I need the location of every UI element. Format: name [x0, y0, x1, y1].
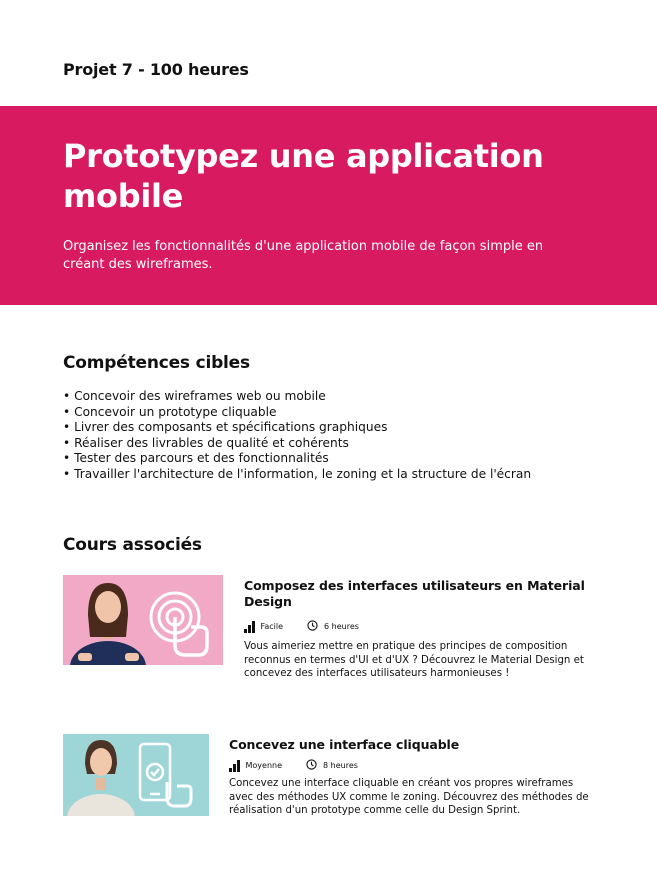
hero-banner: Prototypez une application mobile Organi… — [0, 106, 657, 305]
course-title[interactable]: Concevez une interface cliquable — [229, 737, 609, 753]
difficulty-icon — [244, 620, 255, 633]
list-item: Concevoir des wireframes web ou mobile — [63, 389, 531, 405]
course-meta: Moyenne 8 heures — [229, 759, 358, 772]
duration-label: 6 heures — [324, 622, 359, 631]
course-meta: Facile 6 heures — [244, 620, 359, 633]
list-item: Concevoir un prototype cliquable — [63, 405, 531, 421]
course-thumbnail[interactable] — [63, 575, 223, 665]
courses-heading: Cours associés — [63, 535, 202, 555]
duration-label: 8 heures — [323, 761, 358, 770]
page-title: Prototypez une application mobile — [63, 137, 544, 215]
difficulty-label: Facile — [260, 622, 284, 631]
course-thumbnail[interactable] — [63, 734, 209, 816]
list-item: Tester des parcours et des fonctionnalit… — [63, 451, 531, 467]
clock-icon — [306, 759, 317, 772]
course-description: Concevez une interface cliquable en créa… — [229, 778, 589, 816]
skills-list: Concevoir des wireframes web ou mobile C… — [63, 389, 531, 482]
course-description: Vous aimeriez mettre en pratique des pri… — [244, 641, 584, 679]
difficulty-icon — [229, 759, 240, 772]
skills-heading: Compétences cibles — [63, 353, 250, 373]
hero-description: Organisez les fonctionnalités d'une appl… — [63, 239, 544, 272]
clock-icon — [307, 620, 318, 633]
list-item: Réaliser des livrables de qualité et coh… — [63, 436, 531, 452]
list-item: Travailler l'architecture de l'informati… — [63, 467, 531, 483]
course-title[interactable]: Composez des interfaces utilisateurs en … — [244, 578, 604, 610]
project-label: Projet 7 - 100 heures — [63, 60, 249, 79]
list-item: Livrer des composants et spécifications … — [63, 420, 531, 436]
difficulty-label: Moyenne — [245, 761, 283, 770]
